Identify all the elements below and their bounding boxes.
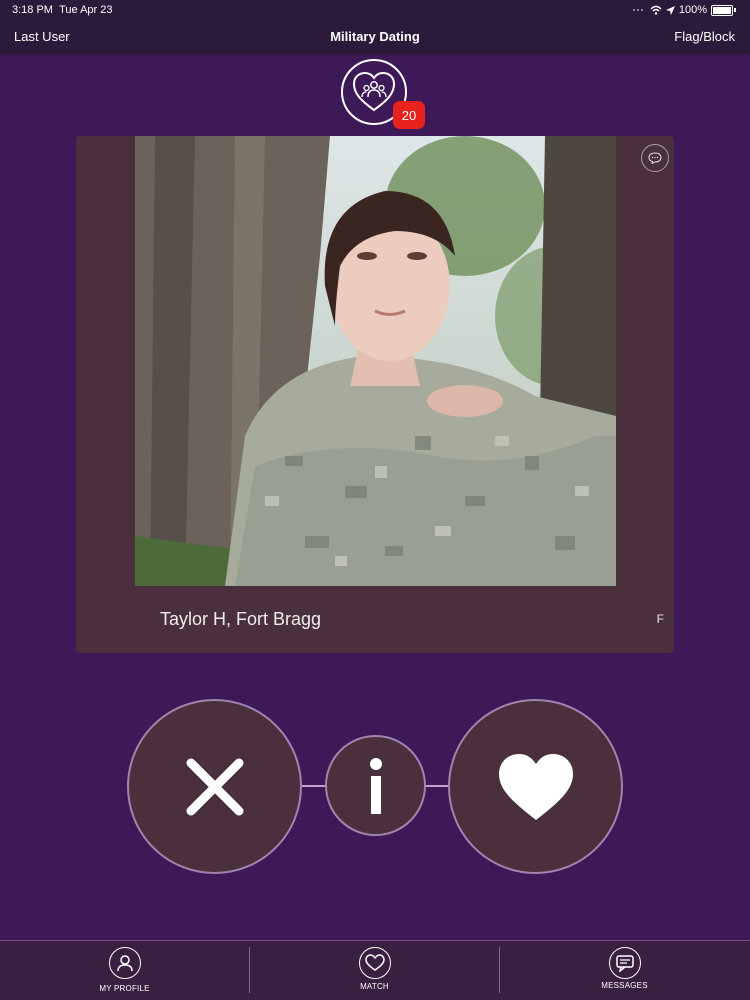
- message-icon: [608, 947, 641, 979]
- status-time: 3:18 PM Tue Apr 23: [12, 4, 113, 16]
- person-icon: [108, 947, 141, 979]
- flag-block-button[interactable]: Flag/Block: [674, 29, 735, 44]
- heart-icon: [498, 753, 573, 820]
- profile-photo[interactable]: [135, 136, 616, 586]
- info-button[interactable]: [325, 735, 426, 836]
- profile-photo-image: [135, 136, 616, 586]
- nav-bar: Last User Military Dating Flag/Block: [0, 20, 750, 54]
- signal-dots-icon: [632, 9, 643, 11]
- connector-line: [426, 785, 448, 787]
- status-bar: 3:18 PM Tue Apr 23 100%: [0, 0, 750, 20]
- profile-card[interactable]: Taylor H, Fort Bragg F: [76, 136, 674, 653]
- close-icon: [186, 758, 243, 815]
- tab-label: MY PROFILE: [99, 984, 150, 993]
- info-icon: [369, 757, 382, 814]
- page-title: Military Dating: [330, 29, 420, 44]
- wifi-icon: [650, 5, 662, 15]
- connector-line: [301, 785, 325, 787]
- profile-gender: F: [656, 612, 664, 626]
- heart-people-icon: [352, 71, 396, 112]
- battery-icon: [711, 4, 733, 16]
- profile-name: Taylor H, Fort Bragg: [160, 609, 322, 629]
- battery-percent: 100%: [678, 4, 707, 16]
- tab-my-profile[interactable]: MY PROFILE: [0, 941, 249, 1000]
- reject-button[interactable]: [127, 699, 302, 874]
- tab-bar: MY PROFILE MATCH MESSAGES: [0, 940, 750, 1000]
- notification-badge: 20: [393, 101, 425, 129]
- chat-bubble-icon[interactable]: [641, 144, 669, 172]
- like-button[interactable]: [448, 699, 623, 874]
- tab-label: MESSAGES: [601, 981, 648, 990]
- tab-match[interactable]: MATCH: [250, 941, 499, 1000]
- tab-messages[interactable]: MESSAGES: [500, 941, 749, 1000]
- status-right: 100%: [632, 4, 736, 16]
- location-icon: [665, 5, 675, 15]
- tab-label: MATCH: [360, 982, 389, 991]
- heart-icon: [358, 947, 391, 979]
